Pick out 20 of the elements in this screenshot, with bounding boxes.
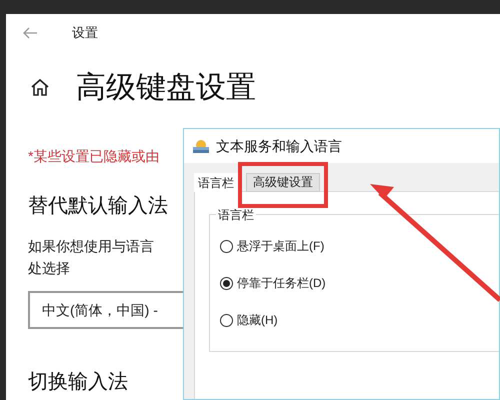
description-text: 如果你想使用与语言: [28, 237, 155, 256]
window-title: 设置: [72, 24, 98, 42]
home-icon[interactable]: [30, 78, 50, 96]
tab[interactable]: 高级键设置: [246, 173, 320, 192]
page-title: 高级键盘设置: [76, 70, 256, 106]
tab[interactable]: 语言栏: [194, 173, 238, 192]
radio-option[interactable]: 停靠于任务栏(D): [220, 274, 499, 292]
radio-button[interactable]: [220, 314, 233, 326]
section-heading: 替代默认输入法: [28, 194, 169, 219]
section-heading: 切换输入法: [28, 370, 129, 395]
radio-button[interactable]: [220, 240, 233, 252]
back-arrow-icon[interactable]: [22, 27, 38, 39]
radio-option[interactable]: 悬浮于桌面上(F): [220, 237, 499, 255]
group-label: 语言栏: [216, 206, 256, 224]
app-icon: [192, 138, 210, 154]
notice-text: *某些设置已隐藏或由: [28, 147, 160, 166]
dialog-title: 文本服务和输入语言: [216, 136, 342, 156]
radio-button[interactable]: [220, 276, 233, 290]
radio-option[interactable]: 隐藏(H): [220, 311, 499, 329]
description-text: 处选择: [28, 259, 71, 278]
